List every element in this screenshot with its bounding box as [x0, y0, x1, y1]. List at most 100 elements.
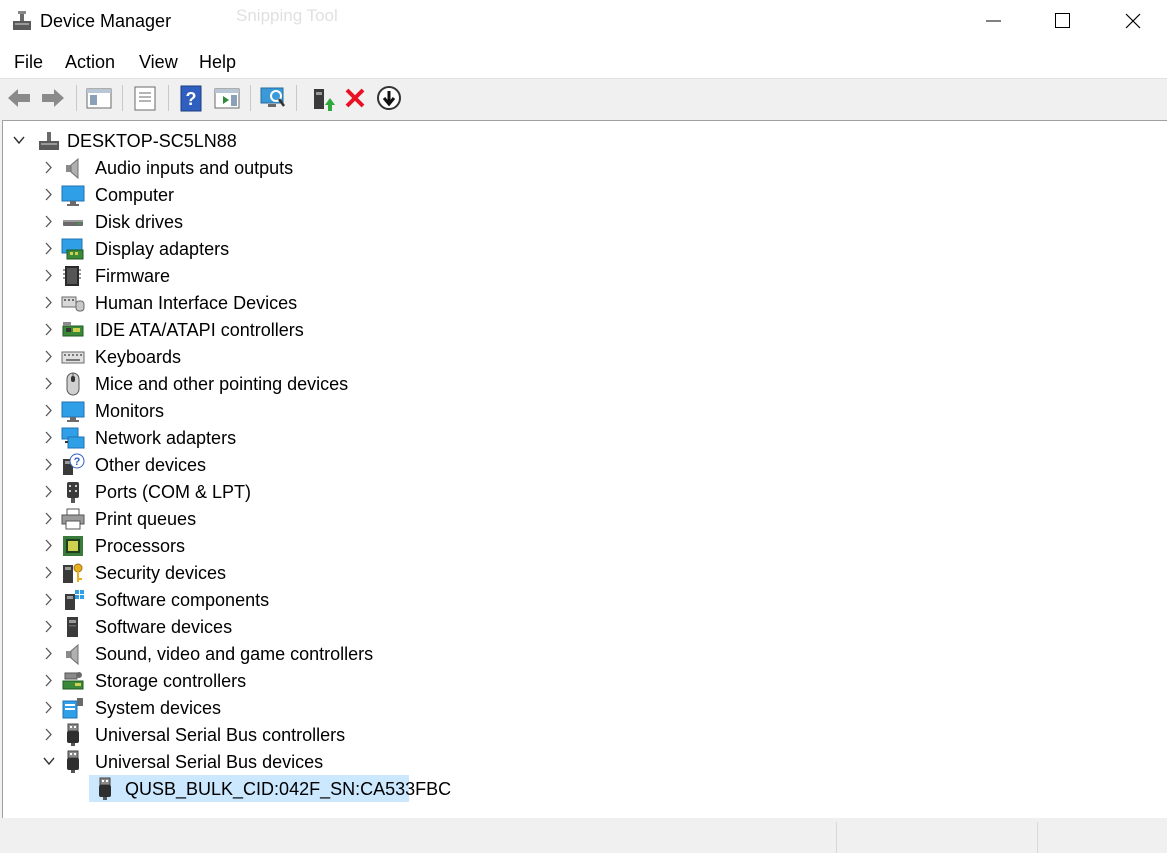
expand-collapse-chevron[interactable]: [41, 613, 57, 640]
expand-collapse-chevron[interactable]: [41, 532, 57, 559]
expand-collapse-chevron[interactable]: [41, 154, 57, 181]
expand-collapse-chevron[interactable]: [41, 208, 57, 235]
expand-collapse-chevron[interactable]: [41, 667, 57, 694]
storage-controller-icon: [62, 672, 84, 690]
expand-collapse-chevron[interactable]: [41, 748, 57, 775]
scan-hardware-icon[interactable]: [258, 83, 288, 113]
expand-collapse-chevron[interactable]: [41, 559, 57, 586]
menu-file[interactable]: File: [14, 51, 43, 73]
status-divider: [1037, 822, 1038, 853]
expand-collapse-chevron[interactable]: [41, 640, 57, 667]
tree-category-item[interactable]: Network adapters: [41, 424, 461, 451]
toolbar-separator: [122, 85, 123, 111]
keyboard-icon: [61, 351, 85, 364]
tree-category-item[interactable]: Software components: [41, 586, 461, 613]
tree-category-item[interactable]: Print queues: [41, 505, 461, 532]
update-driver-icon[interactable]: [306, 83, 336, 113]
tree-category-item[interactable]: IDE ATA/ATAPI controllers: [41, 316, 461, 343]
tree-category-label: Universal Serial Bus controllers: [95, 725, 346, 745]
tree-category-label: Computer: [95, 185, 175, 205]
tree-category-item[interactable]: Security devices: [41, 559, 461, 586]
tree-device-item[interactable]: QUSB_BULK_CID:042F_SN:CA533FBC: [89, 775, 451, 802]
expand-collapse-chevron[interactable]: [41, 721, 57, 748]
minimize-button[interactable]: [962, 0, 1026, 42]
tree-category-item[interactable]: Audio inputs and outputs: [41, 154, 461, 181]
title-bar: Device Manager: [0, 0, 1167, 42]
tree-category-item[interactable]: Display adapters: [41, 235, 461, 262]
menu-bar: File Action View Help: [0, 42, 1167, 79]
menu-view[interactable]: View: [139, 51, 178, 73]
show-hide-tree-icon[interactable]: [84, 83, 114, 113]
tree-category-item[interactable]: Monitors: [41, 397, 461, 424]
tree-category-label: Monitors: [95, 401, 165, 421]
expand-collapse-chevron[interactable]: [41, 316, 57, 343]
expand-collapse-chevron[interactable]: [41, 262, 57, 289]
expand-collapse-chevron[interactable]: [11, 127, 27, 154]
expand-collapse-chevron[interactable]: [41, 505, 57, 532]
disk-drive-icon: [63, 220, 83, 226]
tree-category-item[interactable]: ? Other devices: [41, 451, 461, 478]
expand-collapse-chevron[interactable]: [41, 343, 57, 370]
expand-collapse-chevron[interactable]: [41, 694, 57, 721]
uninstall-device-icon[interactable]: [340, 83, 370, 113]
expand-collapse-chevron[interactable]: [41, 586, 57, 613]
expand-collapse-chevron[interactable]: [41, 451, 57, 478]
tree-category-item[interactable]: Keyboards: [41, 343, 461, 370]
tree-category-label: Sound, video and game controllers: [95, 644, 374, 664]
monitor-icon: [61, 185, 85, 206]
tree-category-label: System devices: [95, 698, 222, 718]
toolbar: ?: [0, 79, 1167, 117]
expand-collapse-chevron[interactable]: [41, 235, 57, 262]
disable-device-icon[interactable]: [374, 83, 404, 113]
tree-category-label: Mice and other pointing devices: [95, 374, 349, 394]
tree-category-item[interactable]: Firmware: [41, 262, 461, 289]
tree-category-item[interactable]: Storage controllers: [41, 667, 461, 694]
tree-category-label: Display adapters: [95, 239, 230, 259]
tree-category-label: Print queues: [95, 509, 197, 529]
expand-collapse-chevron[interactable]: [41, 397, 57, 424]
port-icon: [67, 482, 79, 503]
expand-collapse-chevron[interactable]: [41, 181, 57, 208]
expand-collapse-chevron[interactable]: [41, 370, 57, 397]
speaker-icon: [66, 643, 79, 666]
close-button[interactable]: [1100, 0, 1164, 42]
tree-category-item[interactable]: Universal Serial Bus devices: [41, 748, 461, 775]
tree-category-item[interactable]: Sound, video and game controllers: [41, 640, 461, 667]
processor-icon: [63, 536, 83, 556]
expand-collapse-chevron[interactable]: [41, 478, 57, 505]
tree-category-item[interactable]: Universal Serial Bus controllers: [41, 721, 461, 748]
tree-device-label: QUSB_BULK_CID:042F_SN:CA533FBC: [125, 779, 452, 799]
software-device-icon: [67, 617, 78, 637]
forward-icon[interactable]: [38, 83, 68, 113]
tree-category-label: Software components: [95, 590, 270, 610]
device-manager-icon: [13, 11, 31, 30]
maximize-button[interactable]: [1030, 0, 1094, 42]
unknown-device-icon: ?: [63, 453, 85, 475]
chip-icon: [63, 266, 81, 286]
tree-category-item[interactable]: Ports (COM & LPT): [41, 478, 461, 505]
tree-category-item[interactable]: Mice and other pointing devices: [41, 370, 461, 397]
expand-collapse-chevron[interactable]: [41, 424, 57, 451]
printer-icon: [61, 508, 85, 530]
properties-icon[interactable]: [130, 83, 160, 113]
tree-category-item[interactable]: Human Interface Devices: [41, 289, 461, 316]
menu-help[interactable]: Help: [199, 51, 236, 73]
back-icon[interactable]: [4, 83, 34, 113]
menu-action[interactable]: Action: [65, 51, 115, 73]
device-tree[interactable]: DESKTOP-SC5LN88 Audio inputs and outputs C…: [2, 120, 1167, 819]
system-devices-icon: [62, 698, 83, 719]
ide-controller-icon: [62, 322, 84, 337]
expand-collapse-chevron[interactable]: [41, 289, 57, 316]
tree-category-item[interactable]: Processors: [41, 532, 461, 559]
tree-category-item[interactable]: Software devices: [41, 613, 461, 640]
help-icon[interactable]: ?: [176, 83, 206, 113]
action-pane-icon[interactable]: [212, 83, 242, 113]
tree-category-label: Network adapters: [95, 428, 237, 448]
toolbar-separator: [168, 85, 169, 111]
tree-category-item[interactable]: System devices: [41, 694, 461, 721]
tree-category-item[interactable]: Computer: [41, 181, 461, 208]
tree-category-item[interactable]: Disk drives: [41, 208, 461, 235]
monitor-icon: [61, 401, 85, 422]
svg-text:?: ?: [74, 456, 81, 468]
tree-root-node[interactable]: DESKTOP-SC5LN88: [11, 127, 311, 154]
